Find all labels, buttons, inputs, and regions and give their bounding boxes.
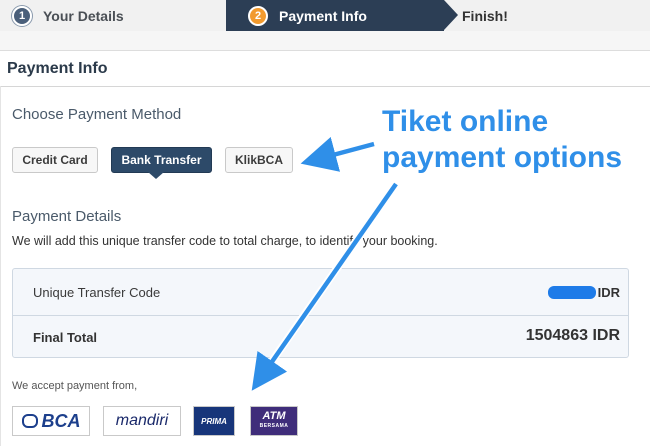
arrow-to-klikbca — [300, 136, 375, 172]
annotation-arrows — [251, 136, 400, 391]
payment-page: 1 Your Details 2 Payment Info Finish! Pa… — [0, 0, 650, 446]
arrow-to-bank-logos — [251, 182, 398, 391]
